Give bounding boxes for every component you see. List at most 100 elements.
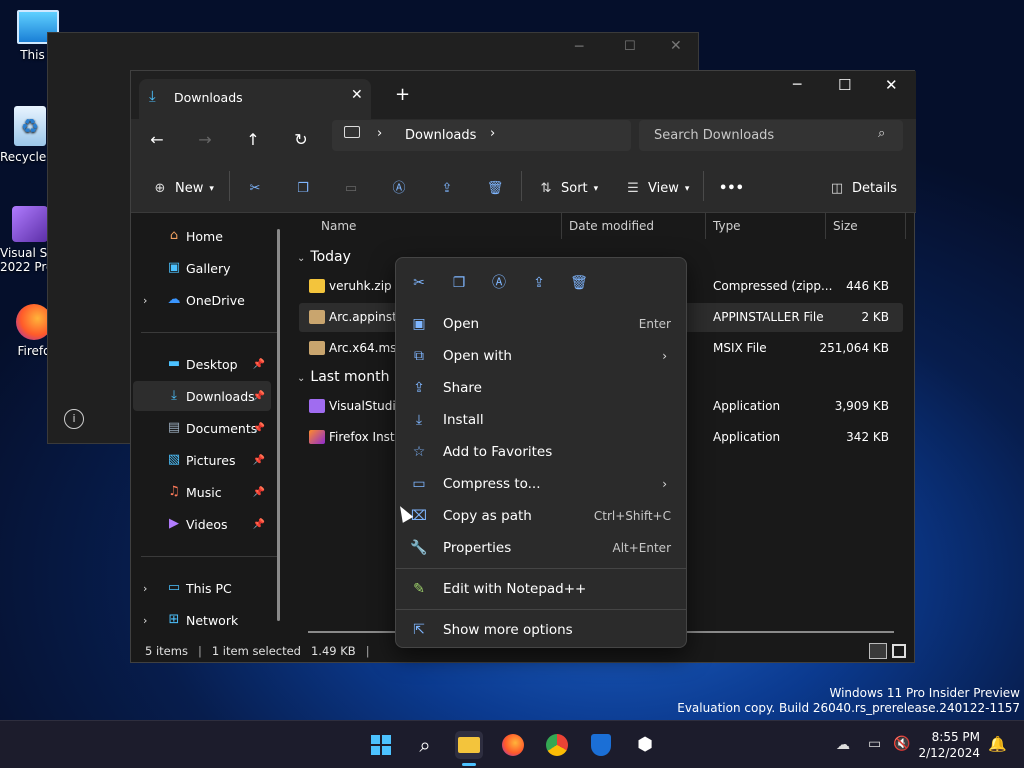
chevron-right-icon[interactable]: › <box>143 614 147 627</box>
menu-item-install[interactable]: ⤓ Install <box>401 405 681 435</box>
menu-item-edit-with-notepad[interactable]: ✎ Edit with Notepad++ <box>401 574 681 604</box>
forward-arrow-icon[interactable]: → <box>193 128 217 152</box>
large-icons-view-icon[interactable] <box>892 644 906 658</box>
pin-icon[interactable]: 📌 <box>253 455 265 466</box>
sidebar-item-desktop[interactable]: ▬ Desktop 📌 <box>133 349 271 379</box>
copy-button[interactable]: ❐ <box>294 177 312 201</box>
column-header-size[interactable]: Size <box>833 219 858 233</box>
details-view-icon[interactable] <box>869 643 887 659</box>
file-explorer-taskbar-icon[interactable] <box>455 731 483 759</box>
group-header-last-month[interactable]: ⌄ Last month <box>297 369 389 385</box>
delete-icon[interactable]: 🗑 <box>568 272 590 294</box>
firefox-icon[interactable] <box>499 731 527 759</box>
refresh-icon[interactable]: ↻ <box>289 128 313 152</box>
volume-muted-icon[interactable]: 🔇 <box>893 736 910 752</box>
sidebar-item-documents[interactable]: ▤ Documents 📌 <box>133 413 271 443</box>
pin-icon[interactable]: 📌 <box>253 423 265 434</box>
more-button[interactable]: ••• <box>719 177 744 201</box>
share-button[interactable]: ⇪ <box>438 177 456 201</box>
tab-close-icon[interactable]: ✕ <box>351 87 363 103</box>
clock[interactable]: 8:55 PM 2/12/2024 <box>918 729 980 761</box>
menu-item-open[interactable]: ▣ Open Enter <box>401 309 681 339</box>
chevron-down-icon: ▾ <box>593 184 599 194</box>
file-size: 2 KB <box>861 310 889 324</box>
minimize-icon[interactable]: ─ <box>575 39 583 55</box>
item-count: 5 items <box>145 644 188 658</box>
column-header-type[interactable]: Type <box>713 219 741 233</box>
maximize-icon[interactable]: ☐ <box>624 39 636 54</box>
paste-button[interactable]: ▭ <box>342 177 360 201</box>
pin-icon[interactable]: 📌 <box>253 519 265 530</box>
notification-bell-icon[interactable]: 🔔 <box>988 735 1007 753</box>
windows-logo-icon <box>371 735 391 755</box>
search-icon[interactable]: ⌕ <box>411 731 439 759</box>
maximize-icon[interactable]: ☐ <box>838 76 851 94</box>
column-header-name[interactable]: Name <box>321 219 356 233</box>
install-icon: ⤓ <box>415 412 423 428</box>
start-button[interactable] <box>367 731 395 759</box>
rename-button[interactable]: Ⓐ <box>390 177 408 201</box>
view-button[interactable]: ☰ View ▾ <box>624 177 689 201</box>
menu-item-copy-as-path[interactable]: ⌧ Copy as path Ctrl+Shift+C <box>401 501 681 531</box>
new-tab-button[interactable]: + <box>395 84 410 105</box>
minimize-icon[interactable]: ─ <box>793 77 801 93</box>
sidebar-item-home[interactable]: ⌂ Home <box>133 221 271 251</box>
file-type: APPINSTALLER File <box>713 310 824 324</box>
close-icon[interactable]: ✕ <box>885 76 898 94</box>
chrome-icon[interactable] <box>543 731 571 759</box>
copy-icon[interactable]: ❐ <box>448 272 470 294</box>
menu-item-open-with[interactable]: ⧉ Open with › <box>401 341 681 371</box>
tab-downloads[interactable]: ⤓ Downloads ✕ <box>139 79 371 119</box>
menu-item-properties[interactable]: 🔧 Properties Alt+Enter <box>401 533 681 563</box>
pin-icon[interactable]: 📌 <box>253 359 265 370</box>
group-header-today[interactable]: ⌄ Today <box>297 249 351 265</box>
menu-item-show-more-options[interactable]: ⇱ Show more options <box>401 615 681 645</box>
address-bar[interactable]: › Downloads › <box>332 120 631 151</box>
sidebar-item-gallery[interactable]: ▣ Gallery <box>133 253 271 283</box>
chevron-right-icon[interactable]: › <box>377 126 382 141</box>
sidebar-scrollbar[interactable] <box>277 229 280 621</box>
breadcrumb-item[interactable]: Downloads <box>405 128 476 143</box>
package-icon[interactable]: ⬢ <box>631 731 659 759</box>
menu-item-share[interactable]: ⇪ Share <box>401 373 681 403</box>
sidebar-item-videos[interactable]: ▶ Videos 📌 <box>133 509 271 539</box>
onedrive-offline-icon[interactable]: ☁ <box>836 737 850 753</box>
sidebar-item-network[interactable]: › ⊞ Network <box>133 605 271 635</box>
cut-icon[interactable]: ✂ <box>408 272 430 294</box>
watermark-line: Windows 11 Pro Insider Preview <box>829 686 1020 700</box>
pin-icon[interactable]: 📌 <box>253 391 265 402</box>
context-menu[interactable]: ✂ ❐ Ⓐ ⇪ 🗑 ▣ Open Enter ⧉ Open with › ⇪ Share … <box>395 257 687 648</box>
divider <box>705 213 706 239</box>
cut-button[interactable]: ✂ <box>246 177 264 201</box>
rename-icon[interactable]: Ⓐ <box>488 272 510 294</box>
sidebar-item-onedrive[interactable]: › ☁ OneDrive <box>133 285 271 315</box>
menu-item-compress-to[interactable]: ▭ Compress to... › <box>401 469 681 499</box>
new-button[interactable]: ⊕ New ▾ <box>151 177 214 201</box>
info-icon[interactable]: i <box>64 409 84 429</box>
chevron-right-icon[interactable]: › <box>143 294 147 307</box>
back-arrow-icon[interactable]: ← <box>145 128 169 152</box>
pin-icon[interactable]: 📌 <box>253 487 265 498</box>
menu-item-add-to-favorites[interactable]: ☆ Add to Favorites <box>401 437 681 467</box>
close-icon[interactable]: ✕ <box>670 38 682 54</box>
sidebar-item-pictures[interactable]: ▧ Pictures 📌 <box>133 445 271 475</box>
compress-icon: ▭ <box>412 476 426 492</box>
sidebar-item-downloads[interactable]: ⤓ Downloads 📌 <box>133 381 271 411</box>
details-button[interactable]: ◫ Details <box>828 177 897 201</box>
delete-button[interactable]: 🗑 <box>486 177 504 201</box>
sidebar-item-music[interactable]: ♫ Music 📌 <box>133 477 271 507</box>
sort-button[interactable]: ⇅ Sort ▾ <box>537 177 599 201</box>
notepad-icon: ✎ <box>413 581 425 597</box>
sidebar-item-this-pc[interactable]: › ▭ This PC <box>133 573 271 603</box>
menu-item-label: Open <box>443 316 480 332</box>
search-input[interactable]: Search Downloads <box>654 128 774 143</box>
share-icon: ⇪ <box>441 181 453 196</box>
up-arrow-icon[interactable]: ↑ <box>241 128 265 152</box>
chevron-right-icon[interactable]: › <box>143 582 147 595</box>
column-header-date[interactable]: Date modified <box>569 219 654 233</box>
share-icon[interactable]: ⇪ <box>528 272 550 294</box>
security-shield-icon[interactable] <box>587 731 615 759</box>
search-box[interactable]: Search Downloads ⌕ <box>639 120 903 151</box>
network-icon[interactable]: ▭ <box>868 736 881 752</box>
chevron-right-icon[interactable]: › <box>490 126 495 141</box>
